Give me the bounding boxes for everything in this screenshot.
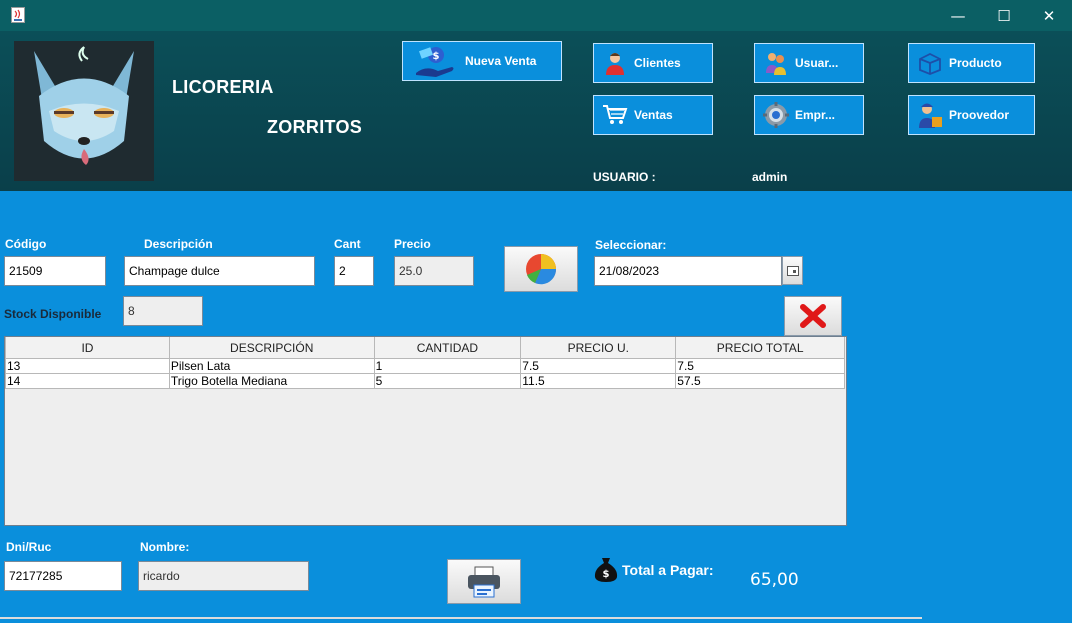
cant-label: Cant: [334, 237, 361, 251]
bottom-divider: [0, 617, 922, 619]
col-header-id[interactable]: ID: [5, 337, 170, 359]
cell-precio-u[interactable]: 7.5: [520, 358, 677, 374]
seleccionar-label: Seleccionar:: [595, 238, 667, 252]
col-header-precio-u[interactable]: PRECIO U.: [520, 337, 677, 359]
app-title-line1: LICORERIA: [172, 77, 274, 97]
cell-cantidad[interactable]: 1: [373, 358, 522, 374]
users-group-icon: [763, 50, 789, 76]
date-field[interactable]: 21/08/2023: [594, 256, 782, 286]
stock-field: 8: [123, 296, 203, 326]
empresa-button[interactable]: Empr...: [754, 95, 864, 135]
calendar-button[interactable]: [782, 256, 803, 285]
dni-label: Dni/Ruc: [6, 540, 52, 554]
stock-label: Stock Disponible: [4, 307, 102, 321]
close-window-button[interactable]: ✕: [1026, 0, 1072, 31]
cantidad-field[interactable]: 2: [334, 256, 374, 286]
calendar-icon: [786, 265, 799, 276]
shopping-cart-icon: [602, 102, 628, 128]
col-header-cantidad[interactable]: CANTIDAD: [373, 337, 522, 359]
nueva-venta-button[interactable]: $ Nueva Venta: [402, 41, 562, 81]
sales-table[interactable]: ID DESCRIPCIÓN CANTIDAD PRECIO U. PRECIO…: [4, 336, 847, 526]
app-title-line2: ZORRITOS: [267, 117, 363, 137]
codigo-label: Código: [5, 237, 47, 251]
svg-text:$: $: [433, 51, 440, 62]
cell-cantidad[interactable]: 5: [373, 373, 522, 389]
dni-field[interactable]: 72177285: [4, 561, 122, 591]
delete-button[interactable]: [784, 296, 842, 336]
producto-button[interactable]: Producto: [908, 43, 1035, 83]
user-value: admin: [752, 170, 788, 184]
codigo-field[interactable]: 21509: [4, 256, 106, 286]
nombre-label: Nombre:: [140, 540, 190, 554]
java-app-icon: [11, 7, 25, 23]
cell-precio-total[interactable]: 7.5: [675, 358, 845, 374]
descripcion-label: Descripción: [144, 237, 213, 251]
money-hand-icon: $: [411, 47, 459, 77]
printer-icon: [468, 566, 500, 597]
print-button[interactable]: [447, 559, 521, 604]
maximize-button[interactable]: ☐: [981, 0, 1027, 31]
col-header-descripcion[interactable]: DESCRIPCIÓN: [168, 337, 375, 359]
minimize-button[interactable]: —: [935, 0, 981, 31]
descripcion-field[interactable]: Champage dulce: [124, 256, 315, 286]
total-label: Total a Pagar:: [622, 562, 714, 578]
col-header-precio-total[interactable]: PRECIO TOTAL: [675, 337, 845, 359]
pie-chart-icon: [526, 254, 557, 285]
fox-logo: [14, 41, 154, 181]
cell-id[interactable]: 13: [5, 358, 170, 374]
cell-precio-total[interactable]: 57.5: [675, 373, 845, 389]
clientes-button[interactable]: Clientes: [593, 43, 713, 83]
cell-descripcion[interactable]: Trigo Botella Mediana: [168, 373, 375, 389]
gear-icon: [763, 102, 789, 128]
precio-field: 25.0: [394, 256, 474, 286]
red-x-icon: [800, 304, 826, 328]
user-icon: [602, 50, 628, 76]
cell-precio-u[interactable]: 11.5: [520, 373, 677, 389]
box-icon: [917, 50, 943, 76]
cell-descripcion[interactable]: Pilsen Lata: [168, 358, 375, 374]
cell-id[interactable]: 14: [5, 373, 170, 389]
window-titlebar: — ☐ ✕: [0, 0, 1072, 31]
table-row[interactable]: 14 Trigo Botella Mediana 5 11.5 57.5: [5, 373, 845, 389]
proveedor-button[interactable]: Proovedor: [908, 95, 1035, 135]
usuarios-button[interactable]: Usuar...: [754, 43, 864, 83]
table-header-row: ID DESCRIPCIÓN CANTIDAD PRECIO U. PRECIO…: [5, 337, 845, 359]
user-label: USUARIO :: [593, 170, 656, 184]
header-panel: LICORERIA ZORRITOS $ Nueva Venta Cliente…: [0, 31, 1072, 191]
total-value: 65,00: [750, 570, 799, 590]
svg-text:$: $: [603, 569, 610, 580]
ventas-button[interactable]: Ventas: [593, 95, 713, 135]
nombre-field: ricardo: [138, 561, 309, 591]
precio-label: Precio: [394, 237, 431, 251]
money-bag-icon: $: [593, 555, 619, 582]
table-row[interactable]: 13 Pilsen Lata 1 7.5 7.5: [5, 358, 845, 374]
add-product-button[interactable]: [504, 246, 578, 292]
delivery-man-icon: [917, 102, 943, 128]
